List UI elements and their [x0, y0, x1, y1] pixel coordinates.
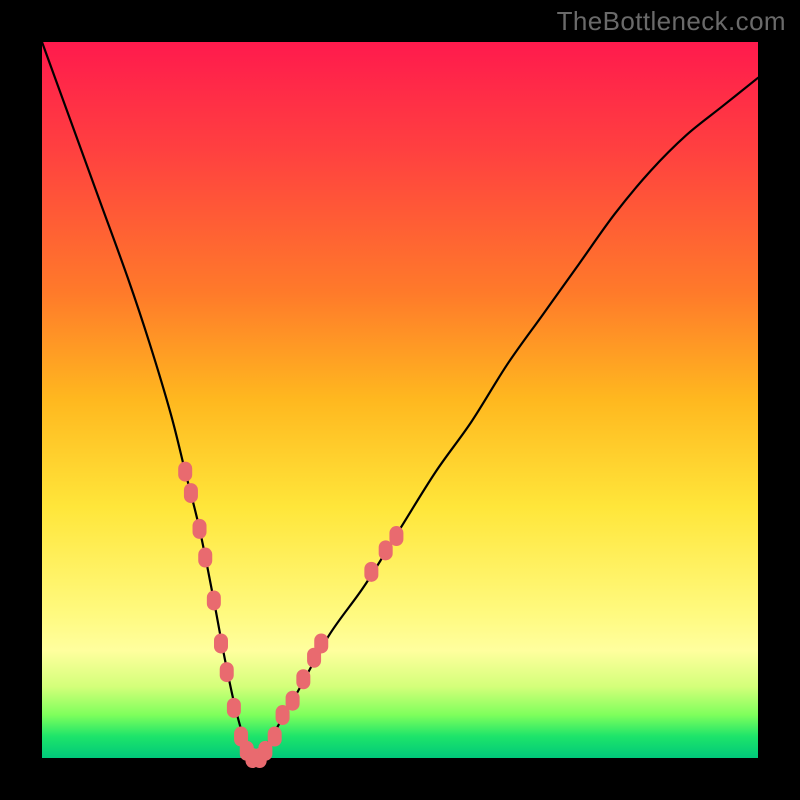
marker-dot: [184, 483, 198, 503]
marker-dot: [314, 633, 328, 653]
bottleneck-curve: [42, 42, 758, 760]
marker-dot: [193, 519, 207, 539]
watermark-text: TheBottleneck.com: [557, 6, 786, 37]
marker-dot: [286, 691, 300, 711]
marker-dot: [227, 698, 241, 718]
marker-dot: [268, 727, 282, 747]
marker-dot: [379, 540, 393, 560]
chart-frame: TheBottleneck.com: [0, 0, 800, 800]
marker-dot: [214, 633, 228, 653]
marker-dot: [389, 526, 403, 546]
plot-area: [42, 42, 758, 758]
chart-svg: [42, 42, 758, 758]
highlighted-points: [178, 462, 403, 768]
marker-dot: [198, 548, 212, 568]
marker-dot: [220, 662, 234, 682]
marker-dot: [178, 462, 192, 482]
marker-dot: [296, 669, 310, 689]
marker-dot: [364, 562, 378, 582]
marker-dot: [207, 590, 221, 610]
